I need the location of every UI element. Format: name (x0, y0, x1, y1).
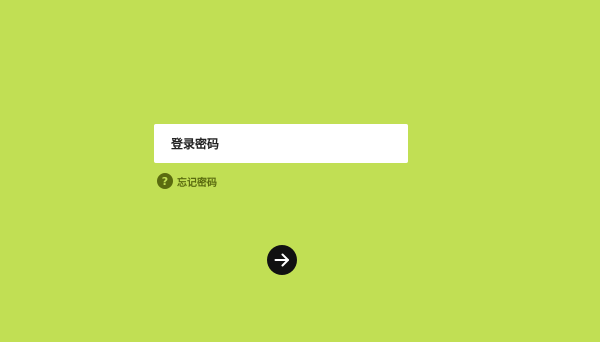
help-icon: ? (157, 173, 173, 189)
arrow-right-icon (274, 253, 289, 267)
login-submit-button[interactable] (267, 245, 297, 275)
forgot-password-link[interactable]: ? 忘记密码 (157, 173, 217, 189)
password-field-container[interactable] (154, 124, 408, 163)
forgot-password-label: 忘记密码 (177, 177, 217, 189)
password-input[interactable] (171, 128, 391, 159)
